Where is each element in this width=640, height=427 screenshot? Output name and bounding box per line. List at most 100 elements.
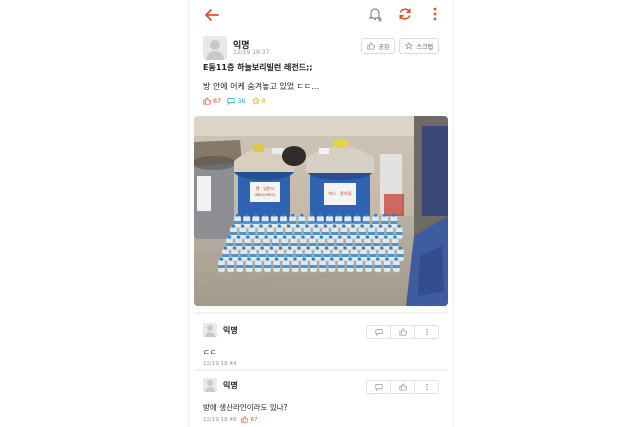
back-arrow-icon[interactable] — [203, 6, 221, 24]
bottle-label — [235, 243, 243, 246]
bottle-label — [231, 254, 239, 257]
bottle-label — [281, 243, 289, 246]
bin-right-label: 박스 . 종이류 — [328, 190, 351, 197]
bottle-label — [295, 254, 303, 257]
bottle-label — [218, 265, 225, 268]
bottle-cap — [283, 236, 287, 239]
bottle-label — [310, 265, 317, 268]
bottle-cap — [325, 247, 329, 250]
bottle-label — [318, 243, 325, 246]
bottle-cap — [297, 247, 301, 250]
bottle-label — [239, 232, 247, 235]
bottle-label — [236, 265, 244, 268]
bottle-cap — [347, 236, 351, 239]
star-icon — [251, 97, 260, 105]
bottle-label — [290, 243, 298, 246]
bottle-label — [349, 232, 357, 235]
bottle-label — [226, 243, 233, 246]
more-options-icon[interactable] — [427, 6, 443, 22]
thumbs-up-icon[interactable] — [391, 381, 415, 393]
refresh-icon[interactable] — [397, 6, 413, 22]
bottle-label — [392, 265, 400, 268]
bottle-label — [277, 254, 285, 257]
reply-icon[interactable] — [367, 381, 391, 393]
bottle-cap — [268, 225, 272, 228]
bottle-cap — [293, 258, 297, 261]
divider — [194, 369, 448, 371]
water-bottle-pack — [217, 214, 405, 273]
bottle-cap — [338, 236, 342, 239]
bottle-label — [390, 221, 398, 224]
comment-meta: 12/19 18:48 67 — [203, 416, 257, 423]
bottle-label — [261, 221, 269, 224]
bottle-label — [344, 221, 352, 224]
comment-count: 36 — [227, 97, 246, 105]
bottle-label — [382, 243, 390, 246]
bottle-label — [372, 221, 379, 224]
bottle-cap — [343, 247, 347, 250]
bottle-label — [353, 221, 361, 224]
bottle-cap — [388, 225, 392, 228]
bottle-cap — [270, 247, 273, 250]
scrap-count: 8 — [251, 97, 266, 105]
bottle-cap — [367, 258, 371, 261]
like-button[interactable]: 공감 — [361, 38, 396, 54]
top-bar — [189, 0, 453, 30]
bottle-label — [307, 221, 315, 224]
bottle-cap — [351, 225, 355, 228]
comment-author: 익명 — [223, 326, 238, 335]
bottle-cap — [394, 258, 398, 261]
bottle-label — [345, 243, 353, 246]
scrap-button[interactable]: 스크랩 — [399, 38, 439, 54]
bottle-label — [362, 221, 370, 224]
bottle-cap — [296, 225, 300, 228]
bottle-cap — [272, 214, 276, 217]
bottle-label — [257, 232, 265, 235]
post-photo[interactable]: 캔 . 일반쓰 (페트SUPETI) 박스 . 종이류 — [194, 116, 448, 306]
bottle-cap — [237, 236, 241, 239]
bottle-label — [249, 254, 257, 257]
more-options-icon[interactable] — [415, 326, 438, 338]
bottle-label — [268, 254, 275, 257]
bottle-cap — [329, 236, 333, 239]
bottle-label — [304, 254, 312, 257]
bottle-cap — [384, 236, 388, 239]
bottle-cap — [246, 236, 250, 239]
bottle-cap — [274, 236, 277, 239]
bottle-cap — [342, 225, 346, 228]
bottle-label — [354, 243, 362, 246]
bottle-label — [369, 254, 377, 257]
bottle-cap — [291, 214, 295, 217]
bottle-cap — [302, 258, 306, 261]
bottle-cap — [236, 214, 239, 217]
bottle-label — [312, 232, 320, 235]
bottle-label — [350, 254, 358, 257]
bottle-label — [337, 265, 345, 268]
comment-actions — [366, 325, 439, 339]
bottle-cap — [247, 258, 251, 261]
bottle-cap — [292, 236, 296, 239]
bottle-label — [282, 265, 290, 268]
bottle-label — [286, 254, 294, 257]
comment-count-value: 36 — [237, 97, 246, 105]
bottle-cap — [301, 236, 305, 239]
bottle-label — [365, 265, 373, 268]
bottle-cap — [241, 225, 245, 228]
reply-icon[interactable] — [367, 326, 391, 338]
thumbs-up-icon — [367, 42, 376, 50]
bottle-cap — [250, 225, 254, 228]
bottle-label — [298, 221, 306, 224]
bottle-label — [270, 221, 278, 224]
bottle-cap — [364, 214, 368, 217]
bottle-cap — [245, 214, 249, 217]
bottle-label — [262, 243, 270, 246]
bottle-cap — [339, 258, 343, 261]
bottle-cap — [376, 258, 380, 261]
bottle-cap — [379, 225, 383, 228]
bottle-label — [245, 265, 253, 268]
thumbs-up-icon[interactable] — [391, 326, 415, 338]
more-options-icon[interactable] — [415, 381, 438, 393]
star-icon — [405, 42, 414, 50]
notification-off-icon[interactable] — [367, 6, 383, 22]
bottle-cap — [233, 247, 237, 250]
